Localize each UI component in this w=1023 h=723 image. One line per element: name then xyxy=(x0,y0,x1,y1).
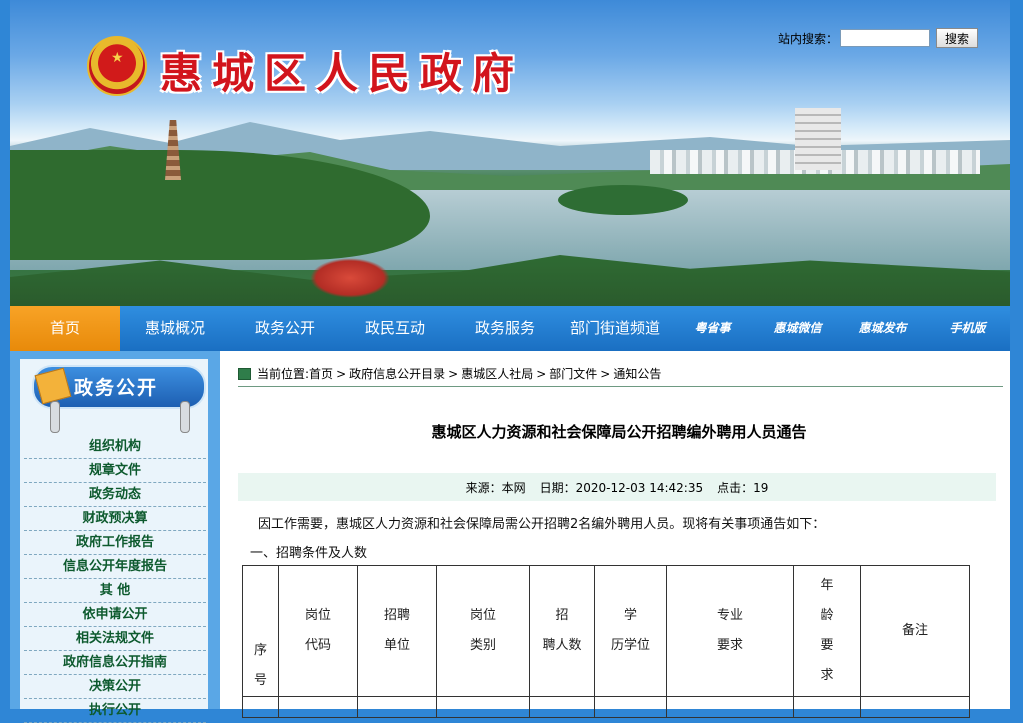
banner-flowers xyxy=(310,258,390,298)
sidebar-item-guide[interactable]: 政府信息公开指南 xyxy=(24,651,206,675)
breadcrumb-prefix: 当前位置: xyxy=(257,367,310,381)
sidebar-item-news[interactable]: 政务动态 xyxy=(24,483,206,507)
meta-date: 日期：2020-12-03 14:42:35 xyxy=(539,480,704,495)
nav-item-release[interactable]: 惠城发布 xyxy=(840,306,925,351)
breadcrumb-link[interactable]: 通知公告 xyxy=(613,365,661,382)
article-meta: 来源：本网 日期：2020-12-03 14:42:35 点击：19 xyxy=(238,473,996,501)
table-row xyxy=(242,696,970,718)
national-emblem-icon[interactable]: ★ xyxy=(87,36,147,96)
sidebar-item-execution[interactable]: 执行公开 xyxy=(24,699,206,723)
banner-tower xyxy=(795,108,841,170)
sidebar-menu: 组织机构 规章文件 政务动态 财政预决算 政府工作报告 信息公开年度报告 其 他… xyxy=(24,435,206,723)
breadcrumb-separator: > xyxy=(600,366,611,381)
table-header-cell: 学历学位 xyxy=(594,565,667,697)
search-input[interactable] xyxy=(840,29,931,47)
sidebar-item-laws[interactable]: 相关法规文件 xyxy=(24,627,206,651)
home-icon xyxy=(238,367,251,380)
main-content: 当前位置: 首页 > 政府信息公开目录 > 惠城区人社局 > 部门文件 > 通知… xyxy=(228,351,1010,718)
nav-item-mobile[interactable]: 手机版 xyxy=(925,306,1010,351)
nav-item-gov-affairs[interactable]: 政务公开 xyxy=(230,306,340,351)
breadcrumb-separator: > xyxy=(448,366,459,381)
table-header-cell: 岗位 代码 xyxy=(278,565,358,697)
nav-item-home[interactable]: 首页 xyxy=(10,306,120,351)
breadcrumb: 当前位置: 首页 > 政府信息公开目录 > 惠城区人社局 > 部门文件 > 通知… xyxy=(238,365,661,382)
breadcrumb-separator: > xyxy=(536,366,547,381)
header-banner: ★ 惠城区人民政府 站内搜索： 搜索 xyxy=(10,0,1010,306)
divider xyxy=(238,386,1003,387)
nav-item-overview[interactable]: 惠城概况 xyxy=(120,306,230,351)
site-search: 站内搜索： 搜索 xyxy=(778,28,979,48)
breadcrumb-separator: > xyxy=(336,366,347,381)
meta-clicks: 点击：19 xyxy=(717,480,769,495)
site-title[interactable]: 惠城区人民政府 xyxy=(160,40,524,101)
meta-source: 来源：本网 xyxy=(465,480,526,495)
table-header-row: 序号 岗位 代码 招聘 单位 岗位 类别 招聘人数 学历学位 专业 要求 年龄要求 备注 xyxy=(242,565,970,697)
table-header-cell: 招聘 单位 xyxy=(357,565,437,697)
main-nav: 首页 惠城概况 政务公开 政民互动 政务服务 部门街道频道 粤省事 惠城微信 惠… xyxy=(10,306,1010,351)
sidebar-item-other[interactable]: 其 他 xyxy=(24,579,206,603)
nav-item-interaction[interactable]: 政民互动 xyxy=(340,306,450,351)
nav-item-departments[interactable]: 部门街道频道 xyxy=(560,306,670,351)
table-header-cell: 序号 xyxy=(242,565,279,697)
table-header-cell: 年龄要求 xyxy=(793,565,861,697)
nav-item-services[interactable]: 政务服务 xyxy=(450,306,560,351)
table-header-cell: 岗位 类别 xyxy=(436,565,530,697)
sidebar-item-budget[interactable]: 财政预决算 xyxy=(24,507,206,531)
clip-icon xyxy=(180,401,190,433)
folder-icon xyxy=(34,367,72,405)
article-intro: 因工作需要，惠城区人力资源和社会保障局需公开招聘2名编外聘用人员。现将有关事项通… xyxy=(258,517,826,532)
sidebar-item-regulations[interactable]: 规章文件 xyxy=(24,459,206,483)
recruitment-table: 序号 岗位 代码 招聘 单位 岗位 类别 招聘人数 学历学位 专业 要求 年龄要求 备注 xyxy=(242,565,970,718)
sidebar-item-request[interactable]: 依申请公开 xyxy=(24,603,206,627)
table-header-cell: 备注 xyxy=(860,565,970,697)
table-header-cell: 专业 要求 xyxy=(666,565,794,697)
search-button[interactable]: 搜索 xyxy=(936,28,979,48)
clip-icon xyxy=(50,401,60,433)
sidebar-heading-label: 政务公开 xyxy=(74,377,159,399)
sidebar-item-work-report[interactable]: 政府工作报告 xyxy=(24,531,206,555)
breadcrumb-link[interactable]: 部门文件 xyxy=(549,365,597,382)
banner-island xyxy=(558,185,688,215)
sidebar: 政务公开 组织机构 规章文件 政务动态 财政预决算 政府工作报告 信息公开年度报… xyxy=(10,351,220,723)
breadcrumb-link[interactable]: 政府信息公开目录 xyxy=(349,365,445,382)
sidebar-item-organization[interactable]: 组织机构 xyxy=(24,435,206,459)
article-title: 惠城区人力资源和社会保障局公开招聘编外聘用人员通告 xyxy=(431,423,807,441)
sidebar-item-annual-report[interactable]: 信息公开年度报告 xyxy=(24,555,206,579)
nav-item-wechat[interactable]: 惠城微信 xyxy=(755,306,840,351)
nav-item-yueshengshi[interactable]: 粤省事 xyxy=(670,306,755,351)
page: ★ 惠城区人民政府 站内搜索： 搜索 首页 惠城概况 政务公开 政民互动 政务服… xyxy=(10,0,1010,723)
table-header-cell: 招聘人数 xyxy=(529,565,595,697)
breadcrumb-link[interactable]: 首页 xyxy=(309,365,333,382)
sidebar-item-decisions[interactable]: 决策公开 xyxy=(24,675,206,699)
section-heading: 一、招聘条件及人数 xyxy=(250,546,368,561)
search-label: 站内搜索： xyxy=(778,31,839,46)
breadcrumb-link[interactable]: 惠城区人社局 xyxy=(461,365,533,382)
